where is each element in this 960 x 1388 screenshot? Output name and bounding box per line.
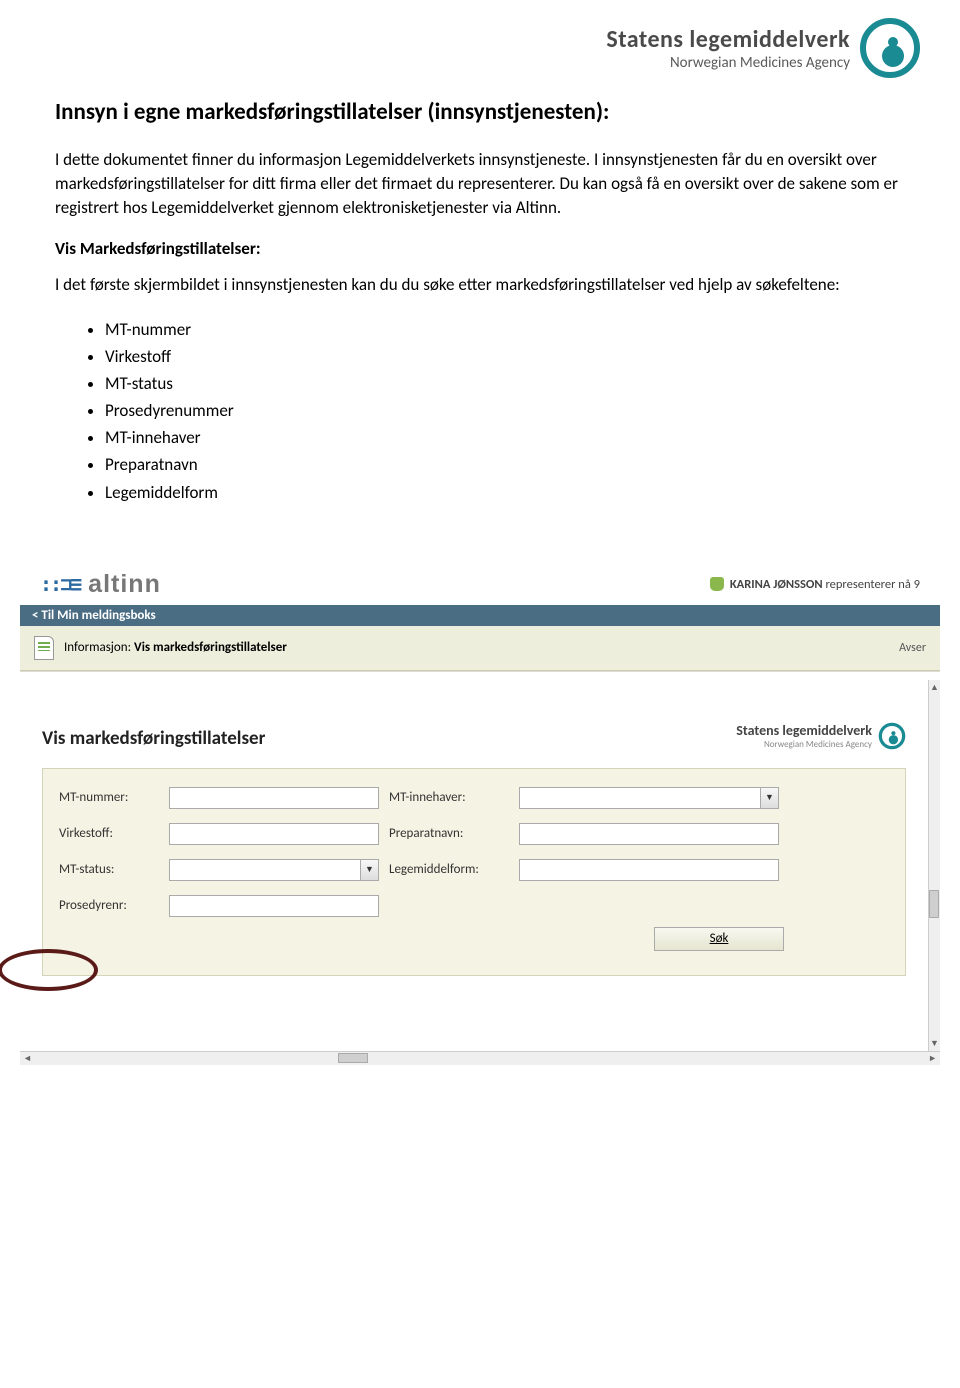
- intro-paragraph: I dette dokumentet finner du informasjon…: [55, 148, 905, 220]
- virkestoff-label: Virkestoff:: [59, 826, 159, 841]
- virkestoff-input[interactable]: [169, 823, 379, 845]
- section-paragraph: I det første skjermbildet i innsynstjene…: [55, 273, 905, 297]
- list-item: Prosedyrenummer: [105, 397, 905, 424]
- mt-innehaver-label: MT-innehaver:: [389, 790, 509, 805]
- scroll-thumb[interactable]: [338, 1053, 368, 1063]
- list-item: Legemiddelform: [105, 479, 905, 506]
- list-item: Preparatnavn: [105, 451, 905, 478]
- agency-text-block: Statens legemiddelverk Norwegian Medicin…: [606, 25, 850, 72]
- search-fields-list: MT-nummer Virkestoff MT-status Prosedyre…: [105, 316, 905, 506]
- document-icon: [34, 636, 54, 660]
- list-item: Virkestoff: [105, 343, 905, 370]
- scroll-right-icon[interactable]: ►: [925, 1053, 940, 1064]
- mt-status-label: MT-status:: [59, 862, 159, 877]
- mt-status-select[interactable]: ▼: [169, 859, 379, 881]
- vertical-scrollbar[interactable]: ▲ ▼: [928, 680, 940, 1051]
- search-form: MT-nummer: MT-innehaver: ▼ Virkestoff: P…: [42, 768, 906, 976]
- user-suffix: representerer nå 9: [825, 577, 920, 592]
- back-to-inbox-link[interactable]: < Til Min meldingsboks: [20, 605, 940, 626]
- preparatnavn-input[interactable]: [519, 823, 779, 845]
- section-heading: Vis Markedsføringstillatelser:: [55, 238, 905, 259]
- altinn-brand-text: altinn: [88, 570, 161, 599]
- document-title: Innsyn i egne markedsføringstillatelser …: [55, 98, 905, 126]
- altinn-screenshot: ::⊐≡ altinn KARINA JØNSSON representerer…: [20, 556, 940, 1065]
- info-prefix: Informasjon:: [64, 640, 131, 655]
- info-bar-left: Informasjon: Vis markedsføringstillatels…: [34, 636, 287, 660]
- person-icon: [710, 577, 724, 591]
- preparatnavn-label: Preparatnavn:: [389, 826, 509, 841]
- user-name: KARINA JØNSSON: [730, 577, 823, 592]
- agency-header: Statens legemiddelverk Norwegian Medicin…: [0, 0, 960, 88]
- chevron-down-icon[interactable]: ▼: [760, 788, 778, 808]
- agency-mini-title: Statens legemiddelverk: [736, 722, 872, 739]
- chevron-down-icon[interactable]: ▼: [360, 860, 378, 880]
- mt-innehaver-select[interactable]: ▼: [519, 787, 779, 809]
- form-title: Vis markedsføringstillatelser: [42, 727, 265, 750]
- list-item: MT-status: [105, 370, 905, 397]
- list-item: MT-nummer: [105, 316, 905, 343]
- info-bar-right: Avser: [899, 641, 926, 655]
- mt-nummer-input[interactable]: [169, 787, 379, 809]
- scroll-left-icon[interactable]: ◄: [20, 1053, 35, 1064]
- agency-subtitle: Norwegian Medicines Agency: [606, 54, 850, 72]
- altinn-header: ::⊐≡ altinn KARINA JØNSSON representerer…: [20, 556, 940, 605]
- form-title-row: Vis markedsføringstillatelser Statens le…: [42, 722, 906, 750]
- form-region: Vis markedsføringstillatelser Statens le…: [20, 671, 940, 1051]
- prosedyrenr-input[interactable]: [169, 895, 379, 917]
- agency-mini-logo-icon: [878, 722, 906, 750]
- horizontal-scrollbar[interactable]: ◄ ►: [20, 1051, 940, 1065]
- info-title: Vis markedsføringstillatelser: [134, 640, 287, 655]
- search-button[interactable]: Søk: [654, 927, 784, 951]
- user-identity: KARINA JØNSSON representerer nå 9: [710, 577, 920, 592]
- agency-title: Statens legemiddelverk: [606, 25, 850, 54]
- document-body: Innsyn i egne markedsføringstillatelser …: [0, 88, 960, 556]
- altinn-logo: ::⊐≡ altinn: [40, 570, 161, 599]
- prosedyrenr-label: Prosedyrenr:: [59, 898, 159, 913]
- agency-logo-icon: [860, 18, 920, 78]
- info-bar: Informasjon: Vis markedsføringstillatels…: [20, 626, 940, 671]
- scroll-down-icon[interactable]: ▼: [930, 1036, 939, 1051]
- legemiddelform-input[interactable]: [519, 859, 779, 881]
- list-item: MT-innehaver: [105, 424, 905, 451]
- agency-mini-sub: Norwegian Medicines Agency: [736, 739, 872, 750]
- legemiddelform-label: Legemiddelform:: [389, 862, 509, 877]
- mt-nummer-label: MT-nummer:: [59, 790, 159, 805]
- form-inner: Vis markedsføringstillatelser Statens le…: [20, 680, 928, 1051]
- scroll-thumb[interactable]: [929, 890, 939, 918]
- scroll-up-icon[interactable]: ▲: [930, 680, 939, 695]
- altinn-glyph-icon: ::⊐≡: [40, 572, 80, 596]
- agency-mini: Statens legemiddelverk Norwegian Medicin…: [736, 722, 906, 750]
